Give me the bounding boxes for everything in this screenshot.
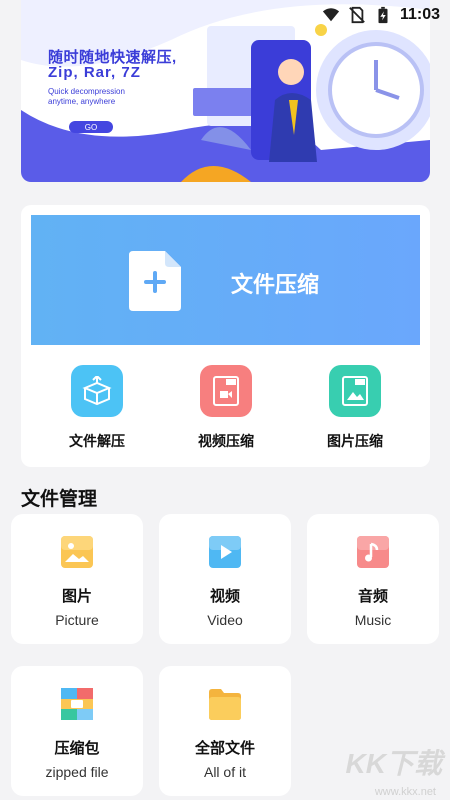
archive-icon [61,688,93,720]
tile-music[interactable]: 音频 Music [307,514,439,644]
battery-charging-icon [378,6,388,24]
banner-en-line2: anytime, anywhere [48,97,116,106]
section-title: 文件管理 [21,489,98,510]
picture-icon [61,536,93,568]
banner-en-line1: Quick decompression [48,87,125,96]
tool-label: 文件解压 [69,433,125,449]
tool-video-compress[interactable]: 视频压缩 [176,365,276,451]
tile-title: 视频 [209,588,240,605]
tool-row: 文件解压 视频压缩 图片压缩 [21,365,430,455]
status-bar: 11:03 [0,0,450,30]
tile-subtitle: zipped file [45,764,109,780]
box-open-icon [71,365,123,417]
banner-formats: Zip, Rar, 7Z [48,64,141,81]
image-zip-icon [329,365,381,417]
watermark-brand: KK下载 [345,748,442,779]
file-compress-label: 文件压缩 [231,272,320,297]
wifi-icon [322,8,340,22]
tile-subtitle: Video [207,612,243,628]
tool-image-compress[interactable]: 图片压缩 [305,365,405,451]
tile-subtitle: Music [354,612,392,628]
tool-decompress[interactable]: 文件解压 [47,365,147,451]
tool-label: 视频压缩 [198,433,254,449]
watermark-url: www.kkx.net [374,786,436,798]
tile-all-files[interactable]: 全部文件 All of it [159,666,291,796]
banner-go-button[interactable]: GO [69,121,113,133]
tile-title: 音频 [357,588,388,605]
banner-english-text: Quick decompression anytime, anywhere [48,87,178,107]
tile-picture[interactable]: 图片 Picture [11,514,143,644]
tile-archive[interactable]: 压缩包 zipped file [11,666,143,796]
tile-subtitle: Picture [55,612,99,628]
tile-subtitle: All of it [203,764,246,780]
folder-icon [209,689,241,720]
tile-title: 压缩包 [54,740,100,757]
tool-label: 图片压缩 [327,433,383,449]
video-zip-icon [200,365,252,417]
compress-card: 文件压缩 文件解压 视频压缩 图片压缩 [21,205,430,467]
tile-title: 全部文件 [194,740,255,757]
file-compress-button[interactable]: 文件压缩 [31,215,420,345]
file-plus-icon [129,251,181,311]
tile-video[interactable]: 视频 Video [159,514,291,644]
tile-title: 图片 [61,588,92,605]
status-time: 11:03 [399,6,440,23]
no-sim-icon [349,6,365,24]
music-icon [357,536,389,568]
video-icon [209,536,241,568]
